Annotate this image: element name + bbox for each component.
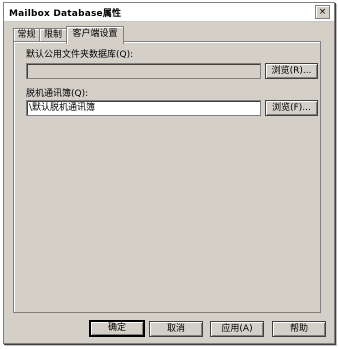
window-title: Mailbox Database属性 bbox=[9, 9, 122, 19]
properties-dialog: Mailbox Database属性 × 常规 限制 客户端设置 默认公用文件夹… bbox=[3, 2, 335, 344]
public-folder-field[interactable] bbox=[26, 63, 261, 79]
tab-limits[interactable]: 限制 bbox=[39, 28, 67, 42]
help-button[interactable]: 帮助 bbox=[272, 321, 326, 337]
apply-button[interactable]: 应用(A) bbox=[210, 321, 264, 337]
tab-client-settings[interactable]: 客户端设置 bbox=[66, 26, 124, 44]
ok-button[interactable]: 确定 bbox=[89, 320, 145, 337]
cancel-button[interactable]: 取消 bbox=[149, 321, 203, 337]
offline-address-book-field[interactable]: \默认脱机通讯簿 bbox=[26, 100, 261, 116]
browse-offline-address-book-button[interactable]: 浏览(F)... bbox=[265, 100, 318, 116]
browse-public-folder-button[interactable]: 浏览(R)... bbox=[265, 63, 318, 79]
close-button[interactable]: × bbox=[315, 5, 330, 19]
tab-general[interactable]: 常规 bbox=[13, 28, 40, 42]
tab-panel: 默认公用文件夹数据库(Q): 浏览(R)... 脱机通讯簿(Q): \默认脱机通… bbox=[13, 41, 321, 313]
title-bar: Mailbox Database属性 × bbox=[4, 3, 334, 22]
public-folder-label: 默认公用文件夹数据库(Q): bbox=[26, 50, 134, 60]
offline-address-book-label: 脱机通讯簿(Q): bbox=[26, 89, 89, 99]
close-icon: × bbox=[318, 7, 327, 17]
